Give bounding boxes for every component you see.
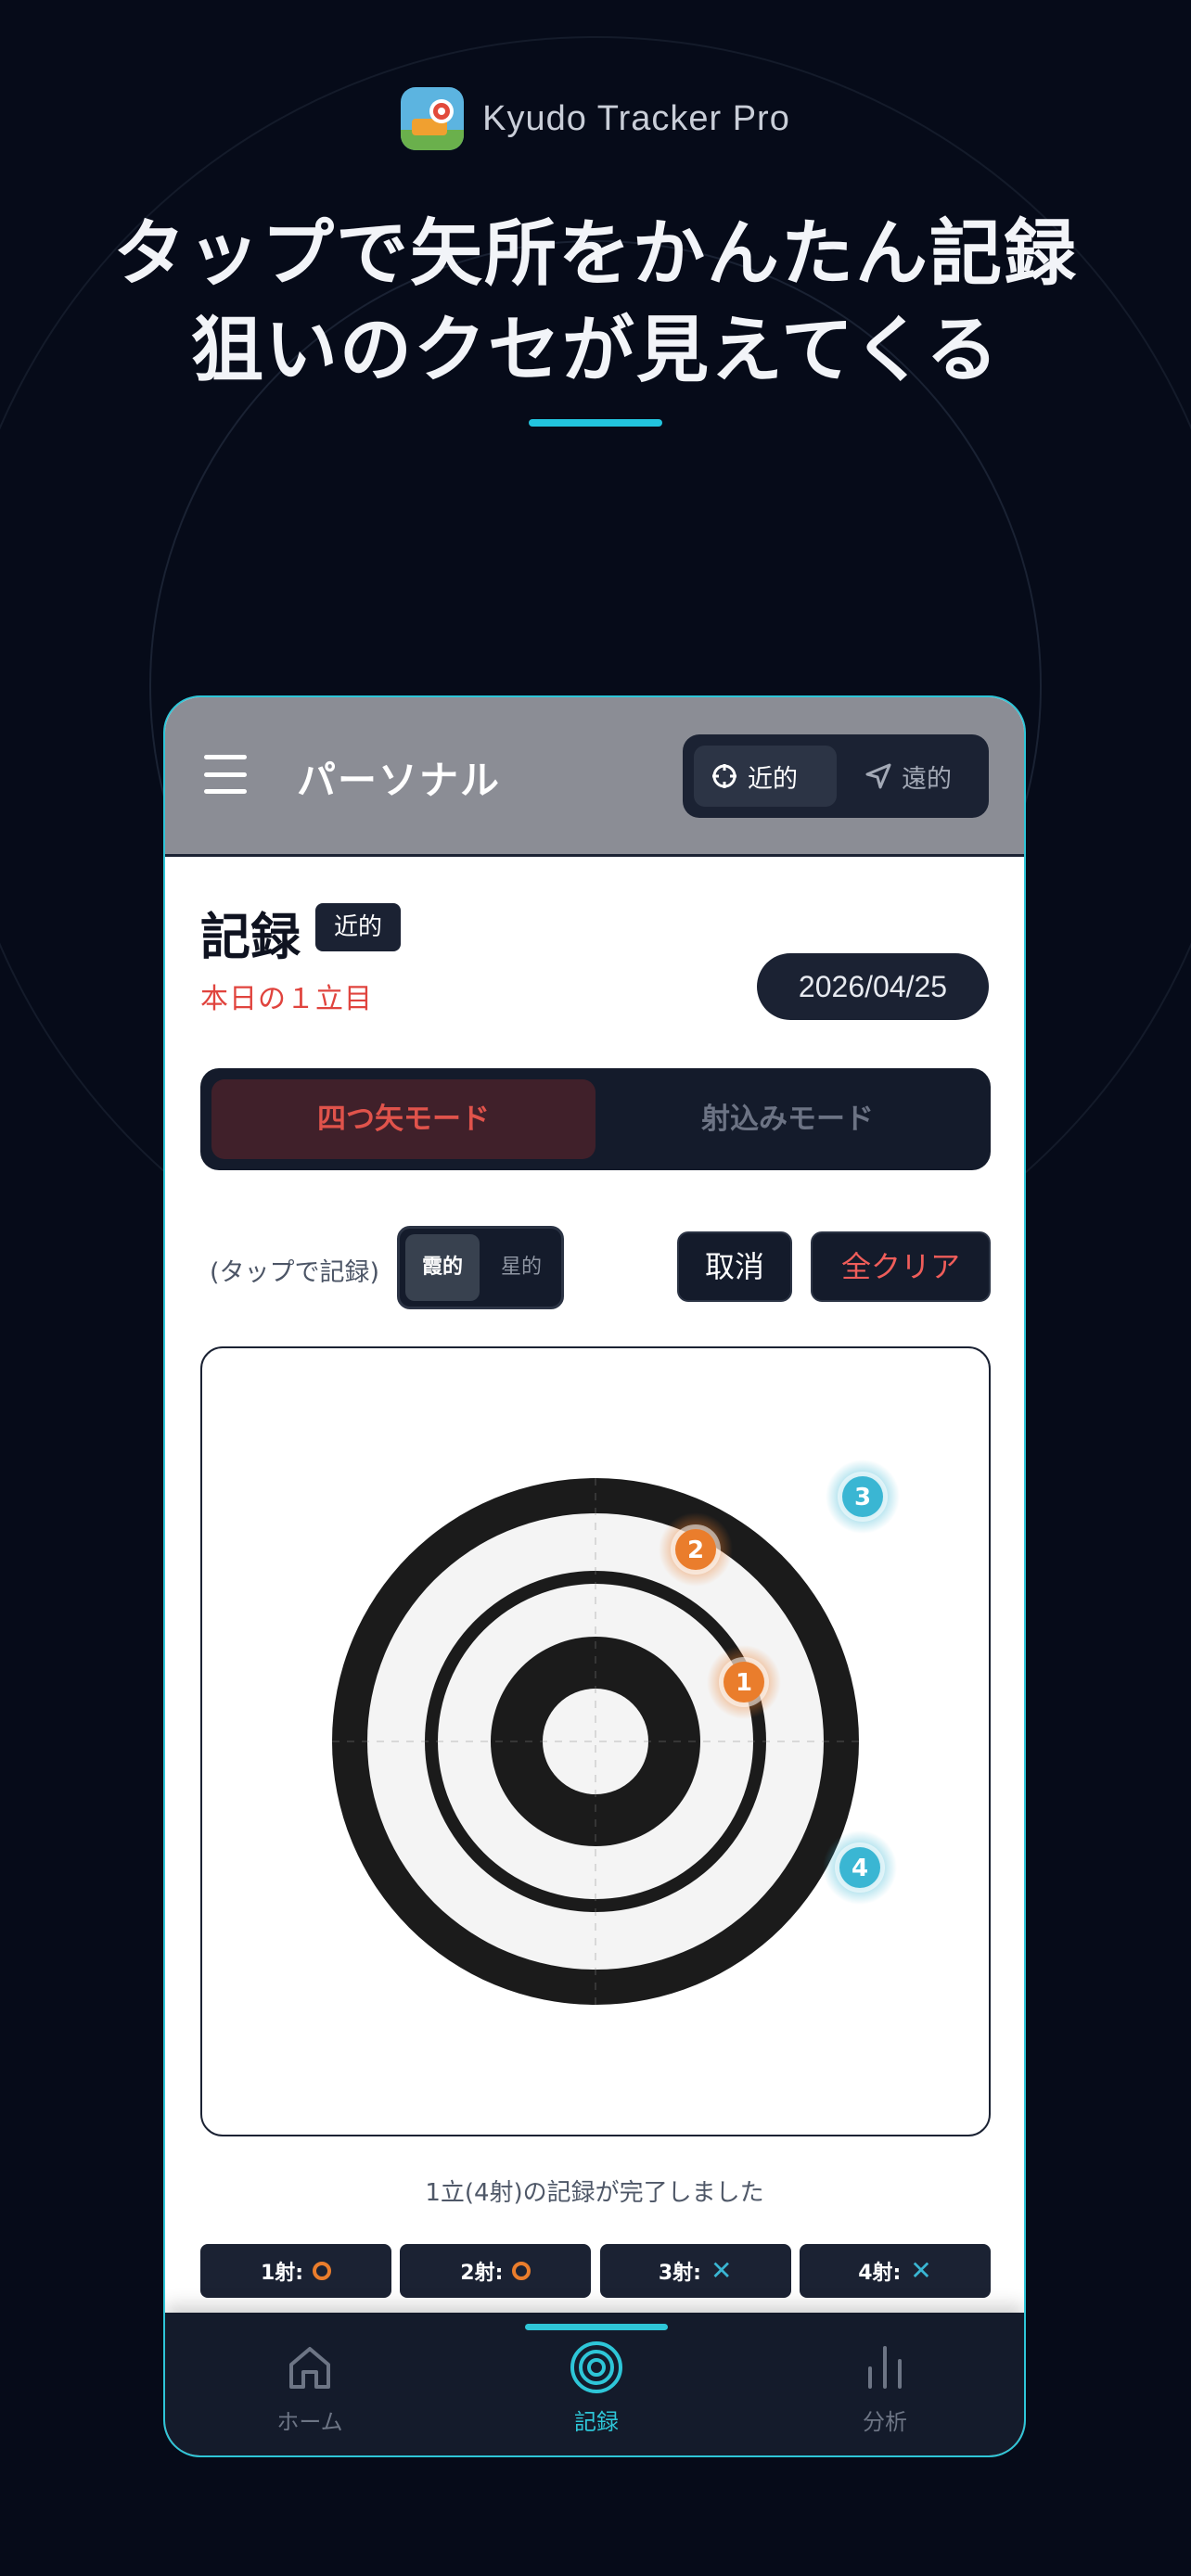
distance-label-near: 近的 bbox=[748, 764, 798, 794]
headline-line-1: タップで矢所をかんたん記録 bbox=[112, 212, 1078, 296]
distance-option-far[interactable]: 遠的 bbox=[848, 746, 978, 807]
distance-toggle: 近的 遠的 bbox=[683, 734, 989, 818]
tab-analysis-label: 分析 bbox=[863, 2409, 907, 2435]
target-canvas[interactable]: 1 2 3 4 bbox=[200, 1346, 991, 2136]
shot-number-2: 2 bbox=[687, 1537, 704, 1564]
shot-label-3: 3射: bbox=[658, 2262, 701, 2285]
mode-toggle: 四つ矢モード 射込みモード bbox=[200, 1068, 991, 1170]
hit-mark-icon bbox=[313, 2262, 332, 2280]
shot-label-4: 4射: bbox=[858, 2262, 902, 2285]
menu-icon[interactable] bbox=[204, 755, 247, 794]
shot-label-1: 1射: bbox=[260, 2262, 304, 2285]
shot-marker-3[interactable]: 3 bbox=[826, 1460, 900, 1534]
distance-badge: 近的 bbox=[315, 903, 402, 951]
shot-label-2: 2射: bbox=[460, 2262, 504, 2285]
headline-line-2: 狙いのクセが見えてくる bbox=[190, 309, 1001, 392]
app-name: Kyudo Tracker Pro bbox=[482, 98, 790, 138]
miss-mark-icon: ✕ bbox=[710, 2255, 733, 2286]
completion-message: 1立(4射)の記録が完了しました bbox=[425, 2179, 764, 2207]
shot-marker-2[interactable]: 2 bbox=[659, 1512, 733, 1587]
tap-hint: (タップで記録) bbox=[210, 1258, 380, 1287]
promo-headline: タップで矢所をかんたん記録 狙いのクセが見えてくる bbox=[0, 206, 1191, 399]
app-bar: パーソナル 近的 遠的 bbox=[165, 697, 1024, 857]
tab-home[interactable]: ホーム bbox=[217, 2340, 403, 2442]
app-bar-title: パーソナル bbox=[297, 758, 502, 803]
shot-result-3: 3射: ✕ bbox=[599, 2244, 791, 2298]
active-tab-indicator bbox=[525, 2324, 668, 2330]
shot-summary: 1射: 2射: 3射: ✕ 4射: ✕ bbox=[200, 2244, 991, 2298]
home-icon bbox=[289, 2347, 330, 2389]
navigation-arrow-icon bbox=[865, 763, 891, 789]
headline-underline bbox=[529, 419, 662, 427]
tab-record-label: 記録 bbox=[574, 2409, 619, 2435]
bar-chart-icon bbox=[868, 2346, 902, 2389]
tab-record[interactable]: 記録 bbox=[504, 2340, 689, 2442]
bottom-tab-bar: ホーム 記録 分析 bbox=[165, 2313, 1024, 2455]
mode-practice[interactable]: 射込みモード bbox=[596, 1079, 980, 1159]
target-icon bbox=[570, 2341, 622, 2393]
shot-result-1: 1射: bbox=[200, 2244, 391, 2298]
brand-header: Kyudo Tracker Pro bbox=[0, 87, 1191, 150]
target-type-toggle: 霞的 星的 bbox=[397, 1226, 564, 1309]
undo-button[interactable]: 取消 bbox=[677, 1231, 792, 1302]
distance-option-near[interactable]: 近的 bbox=[694, 746, 837, 807]
page-title: 記録 bbox=[200, 908, 301, 966]
shot-result-4: 4射: ✕ bbox=[799, 2244, 991, 2298]
hit-mark-icon bbox=[512, 2262, 531, 2280]
mode-yotsuya[interactable]: 四つ矢モード bbox=[211, 1079, 596, 1159]
tab-analysis[interactable]: 分析 bbox=[792, 2340, 978, 2442]
date-selector[interactable]: 2026/04/25 bbox=[757, 953, 989, 1020]
target-type-hoshi[interactable]: 星的 bbox=[485, 1234, 557, 1301]
shot-marker-4[interactable]: 4 bbox=[823, 1830, 897, 1905]
distance-label-far: 遠的 bbox=[902, 764, 952, 794]
kasumi-target[interactable]: 1 2 3 4 bbox=[202, 1348, 989, 2135]
clear-all-button[interactable]: 全クリア bbox=[811, 1231, 991, 1302]
shot-number-1: 1 bbox=[736, 1669, 752, 1697]
tab-home-label: ホーム bbox=[276, 2409, 343, 2435]
target-type-kasumi[interactable]: 霞的 bbox=[405, 1234, 480, 1301]
app-logo bbox=[401, 87, 465, 150]
crosshair-icon bbox=[712, 764, 736, 788]
round-subtitle: 本日の１立目 bbox=[200, 983, 373, 1015]
target-rings bbox=[332, 1478, 859, 2005]
shot-number-4: 4 bbox=[852, 1855, 868, 1882]
miss-mark-icon: ✕ bbox=[910, 2255, 932, 2286]
shot-result-2: 2射: bbox=[400, 2244, 592, 2298]
shot-marker-1[interactable]: 1 bbox=[707, 1645, 781, 1719]
shot-number-3: 3 bbox=[854, 1484, 871, 1511]
phone-screen: パーソナル 近的 遠的 記録 近的 本日の１立目 2026/04/25 四つ矢モ… bbox=[163, 695, 1026, 2457]
